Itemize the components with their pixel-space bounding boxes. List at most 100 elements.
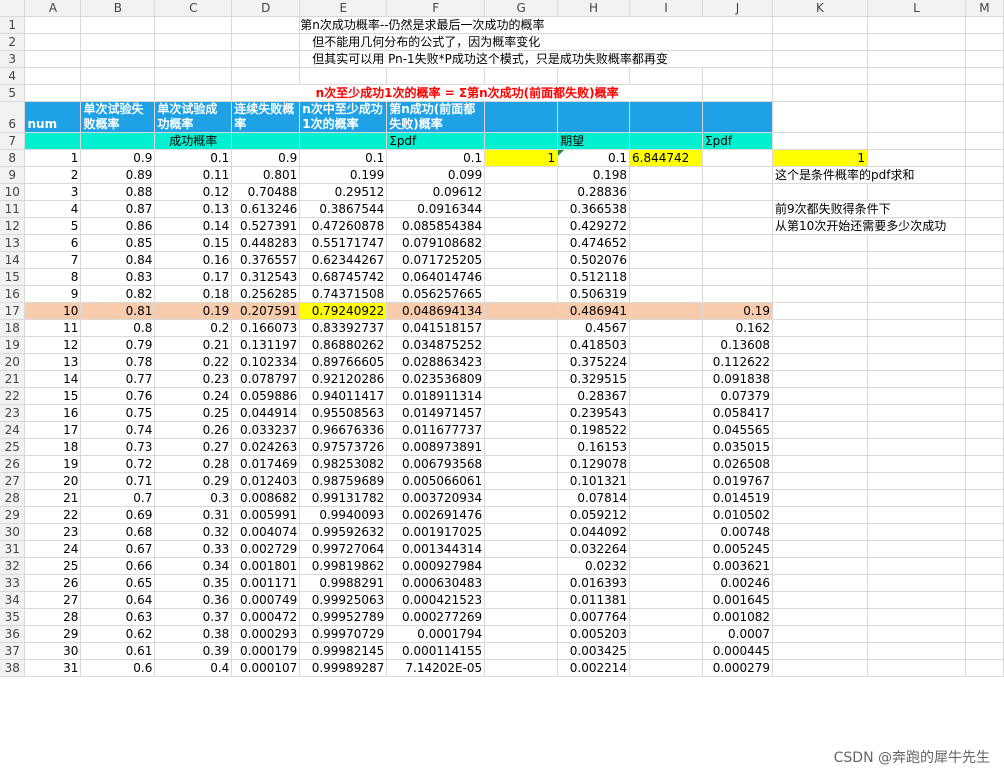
num-cell[interactable]: 30 xyxy=(24,642,82,660)
success-prob-cell[interactable]: 0.25 xyxy=(154,404,233,422)
success-prob-cell[interactable]: 0.38 xyxy=(154,625,233,643)
cell[interactable] xyxy=(484,353,559,371)
cell[interactable] xyxy=(965,353,1004,371)
cell[interactable] xyxy=(867,370,966,388)
cell[interactable] xyxy=(484,506,559,524)
cell[interactable] xyxy=(772,489,868,507)
fail-prob-cell[interactable]: 0.76 xyxy=(80,387,156,405)
consecutive-fail-cell[interactable]: 0.102334 xyxy=(231,353,301,371)
fail-prob-cell[interactable]: 0.66 xyxy=(80,557,156,575)
j-cell[interactable]: 0.019767 xyxy=(702,472,773,490)
cell[interactable] xyxy=(965,336,1004,354)
num-cell[interactable]: 24 xyxy=(24,540,82,558)
num-cell[interactable]: 14 xyxy=(24,370,82,388)
cell[interactable] xyxy=(867,16,966,34)
cell[interactable] xyxy=(867,472,966,490)
cell[interactable] xyxy=(80,50,156,68)
cell[interactable] xyxy=(965,540,1004,558)
nth-success-cell[interactable]: 0.002691476 xyxy=(386,506,486,524)
success-prob-cell[interactable]: 0.14 xyxy=(154,217,233,235)
cell[interactable] xyxy=(867,67,966,85)
success-prob-cell[interactable]: 0.12 xyxy=(154,183,233,201)
num-cell[interactable]: 3 xyxy=(24,183,82,201)
cell[interactable] xyxy=(484,421,559,439)
h-cell[interactable]: 0.16153 xyxy=(557,438,631,456)
cell[interactable] xyxy=(867,387,966,405)
at-least-one-cell[interactable]: 0.98253082 xyxy=(299,455,388,473)
fail-prob-cell[interactable]: 0.75 xyxy=(80,404,156,422)
cell[interactable] xyxy=(867,523,966,541)
fail-prob-cell[interactable]: 0.87 xyxy=(80,200,156,218)
h-value[interactable]: 0.1 xyxy=(557,149,631,167)
num-cell[interactable]: 29 xyxy=(24,625,82,643)
header-filler[interactable] xyxy=(557,101,631,133)
row-header[interactable]: 8 xyxy=(0,149,26,167)
consecutive-fail-cell[interactable]: 0.9 xyxy=(231,149,301,167)
cell[interactable] xyxy=(965,285,1004,303)
nth-success-header[interactable]: 第n成功(前面都失败)概率 xyxy=(386,101,486,133)
cell[interactable] xyxy=(702,84,773,102)
consecutive-fail-cell[interactable]: 0.008682 xyxy=(231,489,301,507)
cell[interactable] xyxy=(867,608,966,626)
consecutive-fail-cell[interactable]: 0.017469 xyxy=(231,455,301,473)
h-cell[interactable]: 0.502076 xyxy=(557,251,631,269)
column-header-a[interactable]: A xyxy=(24,0,82,17)
fail-prob-cell[interactable]: 0.79 xyxy=(80,336,156,354)
cell[interactable] xyxy=(965,33,1004,51)
h-cell[interactable]: 0.003425 xyxy=(557,642,631,660)
note-text[interactable]: 第n次成功概率--仍然是求最后一次成功的概率 xyxy=(299,16,773,34)
row-header[interactable]: 22 xyxy=(0,387,26,405)
cell[interactable] xyxy=(965,472,1004,490)
cell[interactable] xyxy=(965,268,1004,286)
sum-pdf-label[interactable]: Σpdf xyxy=(386,132,486,150)
success-prob-cell[interactable]: 0.39 xyxy=(154,642,233,660)
cell[interactable] xyxy=(772,319,868,337)
cell[interactable] xyxy=(867,574,966,592)
j-cell[interactable]: 0.026508 xyxy=(702,455,773,473)
cell[interactable] xyxy=(772,84,868,102)
j-cell[interactable] xyxy=(702,234,773,252)
fail-prob-header[interactable]: 单次试验失败概率 xyxy=(80,101,156,133)
fail-prob-cell[interactable]: 0.63 xyxy=(80,608,156,626)
note-conditional[interactable]: 这个是条件概率的pdf求和 xyxy=(772,166,966,184)
consecutive-fail-cell[interactable]: 0.001171 xyxy=(231,574,301,592)
cell[interactable] xyxy=(867,642,966,660)
nth-success-cell[interactable]: 0.000421523 xyxy=(386,591,486,609)
j-cell[interactable]: 0.001082 xyxy=(702,608,773,626)
row-header[interactable]: 2 xyxy=(0,33,26,51)
cell[interactable] xyxy=(231,50,301,68)
at-least-one-cell[interactable]: 0.79240922 xyxy=(299,302,388,320)
row-header[interactable]: 11 xyxy=(0,200,26,218)
j-cell[interactable]: 0.000445 xyxy=(702,642,773,660)
nth-success-cell[interactable]: 0.000630483 xyxy=(386,574,486,592)
success-prob-cell[interactable]: 0.22 xyxy=(154,353,233,371)
nth-success-cell[interactable]: 0.064014746 xyxy=(386,268,486,286)
cell[interactable] xyxy=(965,319,1004,337)
j-cell[interactable]: 0.0007 xyxy=(702,625,773,643)
fail-prob-cell[interactable]: 0.84 xyxy=(80,251,156,269)
nth-success-cell[interactable]: 0.079108682 xyxy=(386,234,486,252)
nth-success-cell[interactable]: 0.018911314 xyxy=(386,387,486,405)
fail-prob-cell[interactable]: 0.68 xyxy=(80,523,156,541)
cell[interactable] xyxy=(24,84,82,102)
success-prob-cell[interactable]: 0.32 xyxy=(154,523,233,541)
select-all-corner[interactable] xyxy=(0,0,26,17)
at-least-one-cell[interactable]: 0.99970729 xyxy=(299,625,388,643)
consecutive-fail-cell[interactable]: 0.207591 xyxy=(231,302,301,320)
sum-pdf-label-2[interactable]: Σpdf xyxy=(702,132,773,150)
consecutive-fail-cell[interactable]: 0.012403 xyxy=(231,472,301,490)
num-header[interactable]: num xyxy=(24,101,82,133)
cell[interactable] xyxy=(867,336,966,354)
cell[interactable] xyxy=(965,370,1004,388)
consecutive-fail-cell[interactable]: 0.166073 xyxy=(231,319,301,337)
j-cell[interactable]: 0.00748 xyxy=(702,523,773,541)
cell[interactable] xyxy=(772,506,868,524)
fail-prob-cell[interactable]: 0.61 xyxy=(80,642,156,660)
cell[interactable] xyxy=(772,101,868,133)
num-cell[interactable]: 4 xyxy=(24,200,82,218)
row-header[interactable]: 30 xyxy=(0,523,26,541)
consecutive-fail-cell[interactable]: 0.376557 xyxy=(231,251,301,269)
cell[interactable] xyxy=(965,101,1004,133)
num-cell[interactable]: 17 xyxy=(24,421,82,439)
cell[interactable] xyxy=(965,166,1004,184)
